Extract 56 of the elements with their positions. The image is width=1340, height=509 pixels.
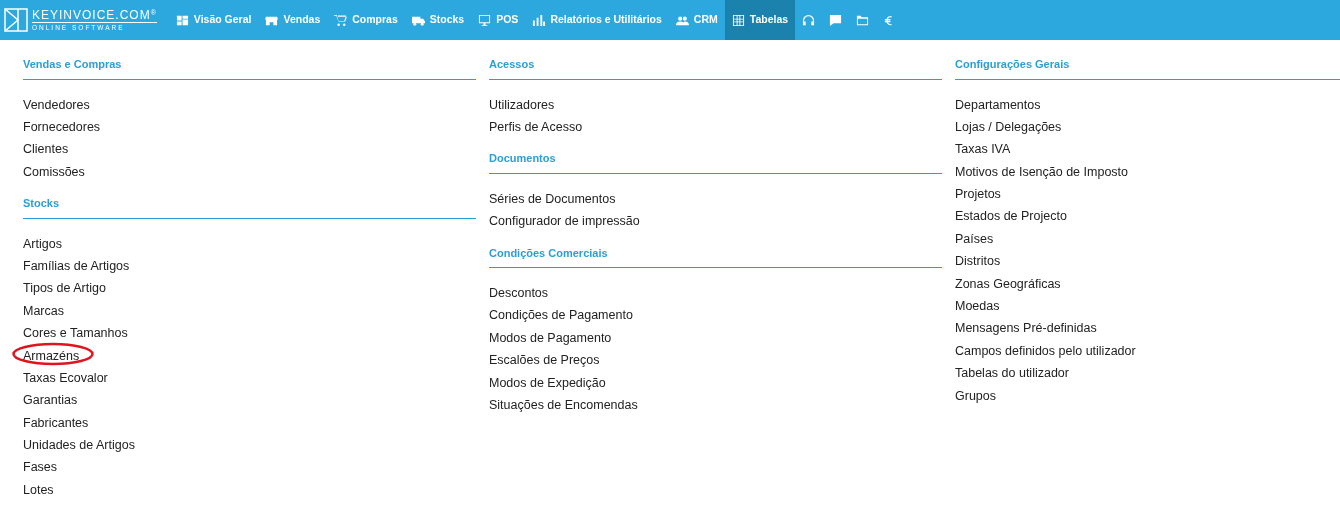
menu-link[interactable]: Estados de Projecto: [955, 205, 1067, 228]
menu-link[interactable]: Mensagens Pré-definidas: [955, 317, 1097, 340]
menu-link[interactable]: Artigos: [23, 232, 62, 255]
menu-link[interactable]: Descontos: [489, 282, 549, 305]
menu-link[interactable]: Configurador de impressão: [489, 210, 640, 233]
menu-link[interactable]: Garantias: [23, 389, 78, 412]
menu-link[interactable]: Distritos: [955, 250, 1001, 273]
cart-icon: [334, 13, 348, 27]
menu-link[interactable]: Fornecedores: [23, 115, 101, 139]
menu-link[interactable]: Campos definidos pelo utilizador: [955, 339, 1136, 363]
folder-icon: [856, 13, 870, 27]
logo-icon: [4, 8, 28, 32]
menu-link[interactable]: Séries de Documentos: [489, 187, 616, 211]
nav-tab[interactable]: Tabelas: [724, 0, 796, 40]
menu-link[interactable]: Lotes: [23, 478, 54, 502]
menu-link[interactable]: Moedas: [955, 295, 1000, 318]
menu-link[interactable]: Perfis de Acesso: [489, 115, 583, 139]
headset-icon: [802, 13, 816, 27]
section-heading: Condições Comerciais: [489, 242, 942, 269]
menu-link[interactable]: Utilizadores: [489, 93, 555, 116]
menu-link[interactable]: Situações de Encomendas: [489, 394, 638, 417]
section-heading: Configurações Gerais: [955, 54, 1340, 80]
grid-icon: [731, 13, 745, 27]
monitor-icon: [478, 13, 492, 27]
menu-link[interactable]: Clientes: [23, 138, 69, 161]
menu-link[interactable]: Famílias de Artigos: [23, 254, 130, 278]
menu-link[interactable]: Vendedores: [23, 93, 90, 116]
section-heading: Acessos: [489, 54, 942, 80]
menu-link[interactable]: Fases: [23, 456, 58, 479]
chat-icon: [829, 13, 843, 27]
menu-link[interactable]: Tabelas do utilizador: [955, 362, 1069, 385]
menu-link[interactable]: Marcas: [23, 299, 64, 323]
menu-link[interactable]: Unidades de Artigos: [23, 434, 135, 457]
menu-link[interactable]: Fabricantes: [23, 411, 89, 435]
menu-link[interactable]: Países: [955, 227, 994, 251]
menu-link[interactable]: Lojas / Delegações: [955, 115, 1062, 139]
menu-link[interactable]: Taxas Ecovalor: [23, 366, 108, 390]
section-heading: Stocks: [23, 193, 476, 219]
logo-wordmark: KEYINVOICE.COM$^{®}$: [32, 8, 157, 23]
menu-link[interactable]: Comissões: [23, 160, 85, 184]
section-heading: Vendas e Compras: [23, 54, 476, 80]
menu-link[interactable]: Escalões de Preços: [489, 349, 600, 372]
menu-link[interactable]: Departamentos: [955, 93, 1041, 116]
menu-link[interactable]: Grupos: [955, 384, 996, 407]
menu-link[interactable]: Cores e Tamanhos: [23, 322, 128, 345]
menu-link[interactable]: Modos de Pagamento: [489, 326, 612, 350]
menu-link[interactable]: Modos de Expedição: [489, 371, 606, 395]
menu-link[interactable]: Taxas IVA: [955, 138, 1011, 161]
menu-link[interactable]: Tipos de Artigo: [23, 277, 106, 300]
bar-chart-icon: [532, 13, 546, 27]
section-heading: Documentos: [489, 148, 942, 174]
menu-link[interactable]: Zonas Geográficas: [955, 272, 1061, 296]
dashboard-icon: [175, 13, 189, 27]
menu-link[interactable]: Motivos de Isenção de Imposto: [955, 160, 1128, 184]
menu-link[interactable]: Projetos: [955, 183, 1001, 206]
menu-link[interactable]: Condições de Pagamento: [489, 304, 633, 327]
